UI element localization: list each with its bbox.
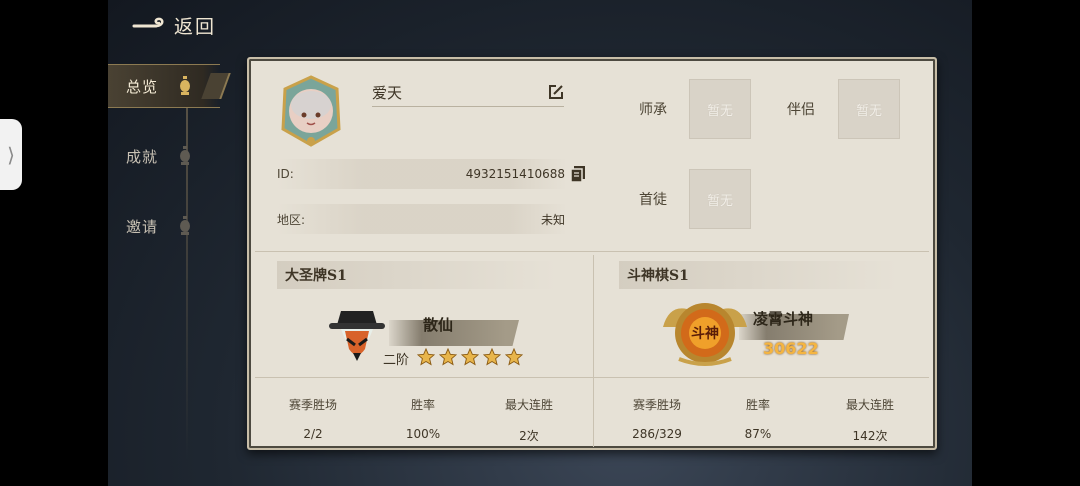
stat-win-rate: 胜率 87% [708, 396, 808, 441]
partner-label: 伴侣 [787, 102, 815, 118]
rank-emblem-icon[interactable] [327, 303, 387, 367]
section-divider [255, 251, 929, 252]
id-row: ID: 4932151410688 [277, 159, 585, 189]
disciple-label: 首徒 [639, 192, 667, 208]
back-arrow-icon [132, 17, 164, 27]
stat-value: 87% [744, 427, 772, 441]
master-label: 师承 [639, 102, 667, 118]
copy-icon[interactable] [571, 166, 585, 182]
rank-banner [389, 320, 519, 346]
stat-value: 100% [405, 427, 441, 441]
star-icon [505, 348, 523, 366]
tab-invite-label: 邀请 [126, 217, 159, 236]
master-slot[interactable]: 暂无 [689, 79, 751, 139]
rank-emblem-icon[interactable]: 斗神 [659, 297, 751, 367]
game-screen: 返回 总览 成就 邀请 爱天 ID: 4932151410688 地区: 未知 … [108, 0, 972, 486]
lantern-icon [180, 216, 190, 235]
tab-achievements[interactable]: 成就 [108, 134, 220, 178]
region-row: 地区: 未知 [277, 204, 567, 234]
stat-label: 赛季胜场 [288, 398, 337, 412]
season-title-chess: 斗神棋S1 [619, 261, 899, 289]
disciple-slot-empty: 暂无 [706, 193, 733, 209]
edit-icon[interactable] [548, 84, 564, 100]
lantern-icon [180, 76, 190, 95]
star-icon [461, 348, 479, 366]
star-icon [417, 348, 435, 366]
season-title-cards: 大圣牌S1 [277, 261, 557, 289]
season-divider [593, 255, 594, 447]
master-slot-empty: 暂无 [706, 103, 733, 119]
rank-tier: 二阶 [383, 353, 410, 368]
stat-max-streak: 最大连胜 142次 [820, 396, 920, 444]
star-icon [439, 348, 457, 366]
rank-badge-text: 斗神 [691, 325, 719, 342]
region-label: 地区: [277, 212, 306, 227]
stat-value: 2次 [519, 429, 539, 443]
stat-value: 142次 [852, 429, 888, 443]
stat-label: 最大连胜 [845, 398, 894, 412]
partner-slot-empty: 暂无 [855, 103, 882, 119]
stat-max-streak: 最大连胜 2次 [479, 396, 579, 444]
profile-card: 爱天 ID: 4932151410688 地区: 未知 师承 暂无 伴侣 暂无 [247, 57, 937, 450]
player-name: 爱天 [372, 84, 403, 102]
stat-label: 胜率 [410, 398, 435, 412]
avatar[interactable] [279, 75, 343, 147]
tab-overview-label: 总览 [126, 77, 159, 96]
stat-season-wins: 赛季胜场 2/2 [263, 396, 363, 441]
stat-win-rate: 胜率 100% [373, 396, 473, 441]
rank-name: 凌霄斗神 [753, 310, 814, 328]
player-name-field: 爱天 [372, 79, 564, 107]
stat-label: 最大连胜 [504, 398, 553, 412]
stat-value: 2/2 [303, 427, 323, 441]
stat-season-wins: 赛季胜场 286/329 [607, 396, 707, 441]
id-value: 4932151410688 [465, 167, 565, 181]
tab-invite[interactable]: 邀请 [108, 204, 220, 248]
star-icon [483, 348, 501, 366]
tab-achievements-label: 成就 [126, 147, 159, 166]
stat-value: 286/329 [632, 427, 682, 441]
tab-overview[interactable]: 总览 [108, 64, 220, 108]
disciple-slot[interactable]: 暂无 [689, 169, 751, 229]
lantern-icon [180, 146, 190, 165]
region-value: 未知 [540, 212, 565, 227]
back-label: 返回 [174, 16, 217, 38]
side-panel-handle[interactable]: ⟩ [0, 119, 22, 190]
rank-score: 30622 [763, 339, 819, 358]
stat-label: 赛季胜场 [632, 398, 681, 412]
partner-slot[interactable]: 暂无 [838, 79, 900, 139]
rank-name: 散仙 [423, 316, 454, 334]
id-label: ID: [277, 167, 294, 181]
back-button[interactable]: 返回 [132, 12, 216, 39]
stat-label: 胜率 [745, 398, 770, 412]
stats-divider [255, 377, 929, 378]
